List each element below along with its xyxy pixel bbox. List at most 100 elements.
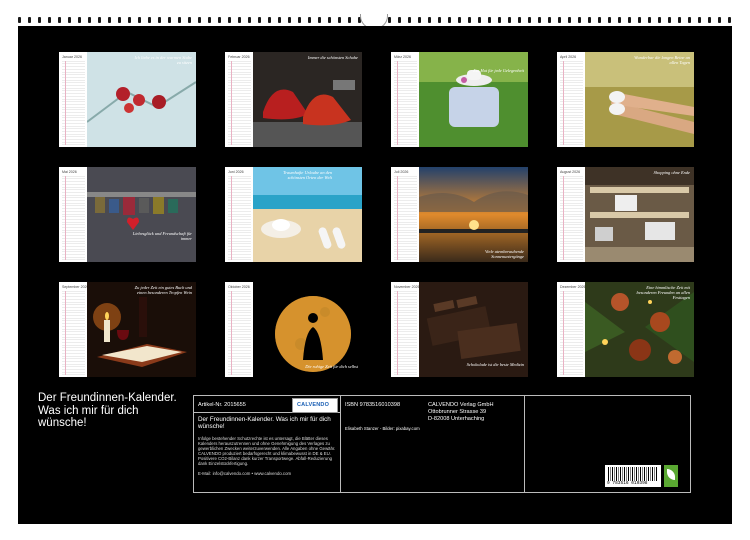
calendar-grid: Oktober 2026: [225, 282, 253, 377]
photo-caption: Liebesglück und Freundschaft für immer: [132, 231, 192, 241]
binding-hole: [548, 17, 551, 23]
binding-hole: [568, 17, 571, 23]
calendar-title: Der Freundinnen-Kalender. Was ich mir fü…: [38, 392, 177, 429]
binding-hole: [58, 17, 61, 23]
month-photo: Traumhafte Urlaube an den schönsten Orte…: [253, 167, 362, 262]
binding-hole: [308, 17, 311, 23]
photo-caption: Viele atemberaubende Sonnenuntergänge: [484, 249, 524, 259]
month-page: Januar 2026 Ich liebe es in der warmen St…: [59, 52, 196, 147]
calendar-grid: April 2026: [557, 52, 585, 147]
month-photo: Wunderbar die langen Beine an allen Tage…: [585, 52, 694, 147]
binding-hole: [408, 17, 411, 23]
credits: Elisabeth Stanzer - Bilder: pixabay.com: [345, 426, 420, 431]
binding-hole: [638, 17, 641, 23]
binding-hole: [468, 17, 471, 23]
binding-hole: [78, 17, 81, 23]
month-page: Dezember 2026 Eine himmlische Zeit mit be…: [557, 282, 694, 377]
binding-hole: [678, 17, 681, 23]
legal-text: Infolge bestehender Schutzrechte ist es …: [198, 436, 336, 466]
month-page: November 2026 Schokolade ist die beste Me…: [391, 282, 528, 377]
contact-info: E-Mail: info@calvendo.com • www.calvendo…: [198, 471, 292, 476]
month-page: Februar 2026 Immer die schönsten Schuhe: [225, 52, 362, 147]
month-page: Juni 2026 Traumhafte Urlaube an den schön…: [225, 167, 362, 262]
month-name: Oktober 2026: [228, 285, 250, 289]
binding-hole: [48, 17, 51, 23]
binding-hole: [488, 17, 491, 23]
binding-hole: [478, 17, 481, 23]
month-photo: Eine himmlische Zeit mit besonderen Freu…: [585, 282, 694, 377]
photo-caption: Schokolade ist die beste Medizin: [466, 362, 524, 367]
binding-hole: [428, 17, 431, 23]
month-page: September 2026 Zu jeder Zeit ein gutes Bu…: [59, 282, 196, 377]
calvendo-logo: CALVENDO: [292, 398, 338, 413]
binding-hole: [168, 17, 171, 23]
binding-hole: [508, 17, 511, 23]
month-page: März 2026 Ein Hut für jede Gelegenheit: [391, 52, 528, 147]
month-name: November 2026: [394, 285, 420, 289]
month-photo: Die ruhige Zeit für dich selbst: [253, 282, 362, 377]
binding-hole: [648, 17, 651, 23]
calendar-grid: August 2026: [557, 167, 585, 262]
month-name: Februar 2026: [228, 55, 250, 59]
calendar-grid: Juni 2026: [225, 167, 253, 262]
month-name: August 2026: [560, 170, 581, 174]
panel-divider-1: [340, 395, 341, 492]
binding-hole: [528, 17, 531, 23]
binding-hole: [698, 17, 701, 23]
binding-hole: [258, 17, 261, 23]
photo-caption: Zu jeder Zeit ein gutes Buch und einen b…: [134, 285, 192, 295]
month-photo: Schokolade ist die beste Medizin: [419, 282, 528, 377]
binding-hole: [448, 17, 451, 23]
photo-caption: Ich liebe es in der warmen Stube zu sitz…: [134, 55, 192, 65]
binding-hole: [198, 17, 201, 23]
binding-hole: [18, 17, 21, 23]
binding-hole: [538, 17, 541, 23]
binding-hole: [438, 17, 441, 23]
binding-hole: [518, 17, 521, 23]
binding-hole: [628, 17, 631, 23]
photo-caption: Eine himmlische Zeit mit besonderen Freu…: [636, 285, 690, 300]
binding-hole: [578, 17, 581, 23]
month-page: Mai 2026 Liebesglück und Freundschaft für…: [59, 167, 196, 262]
month-name: Dezember 2026: [560, 285, 586, 289]
month-page: Oktober 2026 Die ruhige Zeit für dich sel…: [225, 282, 362, 377]
binding-hole: [98, 17, 101, 23]
binding-hole: [588, 17, 591, 23]
binding-hole: [178, 17, 181, 23]
binding-hole: [618, 17, 621, 23]
month-photo: Shopping ohne Ende: [585, 167, 694, 262]
binding-hole: [558, 17, 561, 23]
binding-hole: [348, 17, 351, 23]
binding-hole: [298, 17, 301, 23]
binding-hole: [138, 17, 141, 23]
calendar-grid: Dezember 2026: [557, 282, 586, 377]
calendar-grid: Januar 2026: [59, 52, 87, 147]
binding-hole: [318, 17, 321, 23]
photo-caption: Traumhafte Urlaube an den schönsten Orte…: [283, 170, 332, 180]
binding-hole: [228, 17, 231, 23]
publisher-city: D-82008 Unterhaching: [428, 416, 485, 422]
binding-hole: [598, 17, 601, 23]
month-name: Januar 2026: [62, 55, 82, 59]
photo-caption: Immer die schönsten Schuhe: [307, 55, 358, 60]
binding-hole: [498, 17, 501, 23]
eco-leaf-icon: [664, 465, 678, 487]
month-page: August 2026 Shopping ohne Ende: [557, 167, 694, 262]
calendar-grid: November 2026: [391, 282, 420, 377]
binding-hole: [708, 17, 711, 23]
binding-hole: [148, 17, 151, 23]
binding-hole: [128, 17, 131, 23]
photo-caption: Ein Hut für jede Gelegenheit: [473, 68, 524, 73]
binding-hole: [28, 17, 31, 23]
binding-hole: [218, 17, 221, 23]
binding-hole: [238, 17, 241, 23]
photo-caption: Die ruhige Zeit für dich selbst: [305, 364, 358, 369]
binding-hole: [458, 17, 461, 23]
binding-hole: [268, 17, 271, 23]
photo-caption: Shopping ohne Ende: [653, 170, 690, 175]
binding-hole: [718, 17, 721, 23]
month-photo: Ich liebe es in der warmen Stube zu sitz…: [87, 52, 196, 147]
month-page: Juli 2026 Viele atemberaubende Sonnenunte…: [391, 167, 528, 262]
calendar-grid: März 2026: [391, 52, 419, 147]
calendar-grid: Mai 2026: [59, 167, 87, 262]
